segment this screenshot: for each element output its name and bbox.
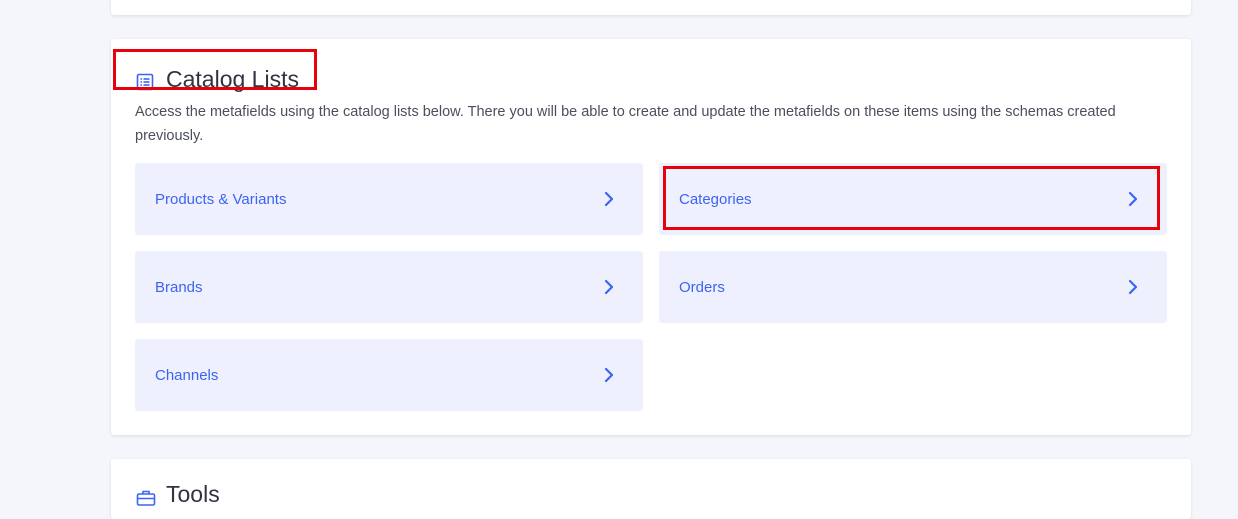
- tools-card: Tools: [111, 459, 1191, 519]
- catalog-item-products-variants[interactable]: Products & Variants: [135, 163, 643, 235]
- chevron-right-icon: [603, 278, 615, 296]
- chevron-right-icon: [1127, 278, 1139, 296]
- catalog-item-label: Categories: [679, 190, 752, 208]
- catalog-lists-heading: Catalog Lists: [136, 63, 299, 95]
- catalog-item-label: Orders: [679, 278, 725, 296]
- catalog-item-brands[interactable]: Brands: [135, 251, 643, 323]
- catalog-item-orders[interactable]: Orders: [659, 251, 1167, 323]
- chevron-right-icon: [1127, 190, 1139, 208]
- catalog-item-label: Brands: [155, 278, 203, 296]
- tools-title: Tools: [166, 481, 220, 507]
- chevron-right-icon: [603, 190, 615, 208]
- previous-section-card: [111, 0, 1191, 15]
- catalog-item-label: Channels: [155, 366, 219, 384]
- list-icon: [136, 70, 154, 91]
- catalog-lists-card: Catalog Lists Access the metafields usin…: [111, 39, 1191, 435]
- catalog-lists-title: Catalog Lists: [166, 65, 299, 92]
- toolbox-icon: [136, 486, 156, 506]
- catalog-lists-description: Access the metafields using the catalog …: [135, 104, 1116, 144]
- catalog-item-categories[interactable]: Categories: [659, 163, 1167, 235]
- chevron-right-icon: [603, 366, 615, 384]
- catalog-item-label: Products & Variants: [155, 190, 287, 208]
- catalog-item-channels[interactable]: Channels: [135, 339, 643, 411]
- tools-heading: Tools: [136, 481, 220, 508]
